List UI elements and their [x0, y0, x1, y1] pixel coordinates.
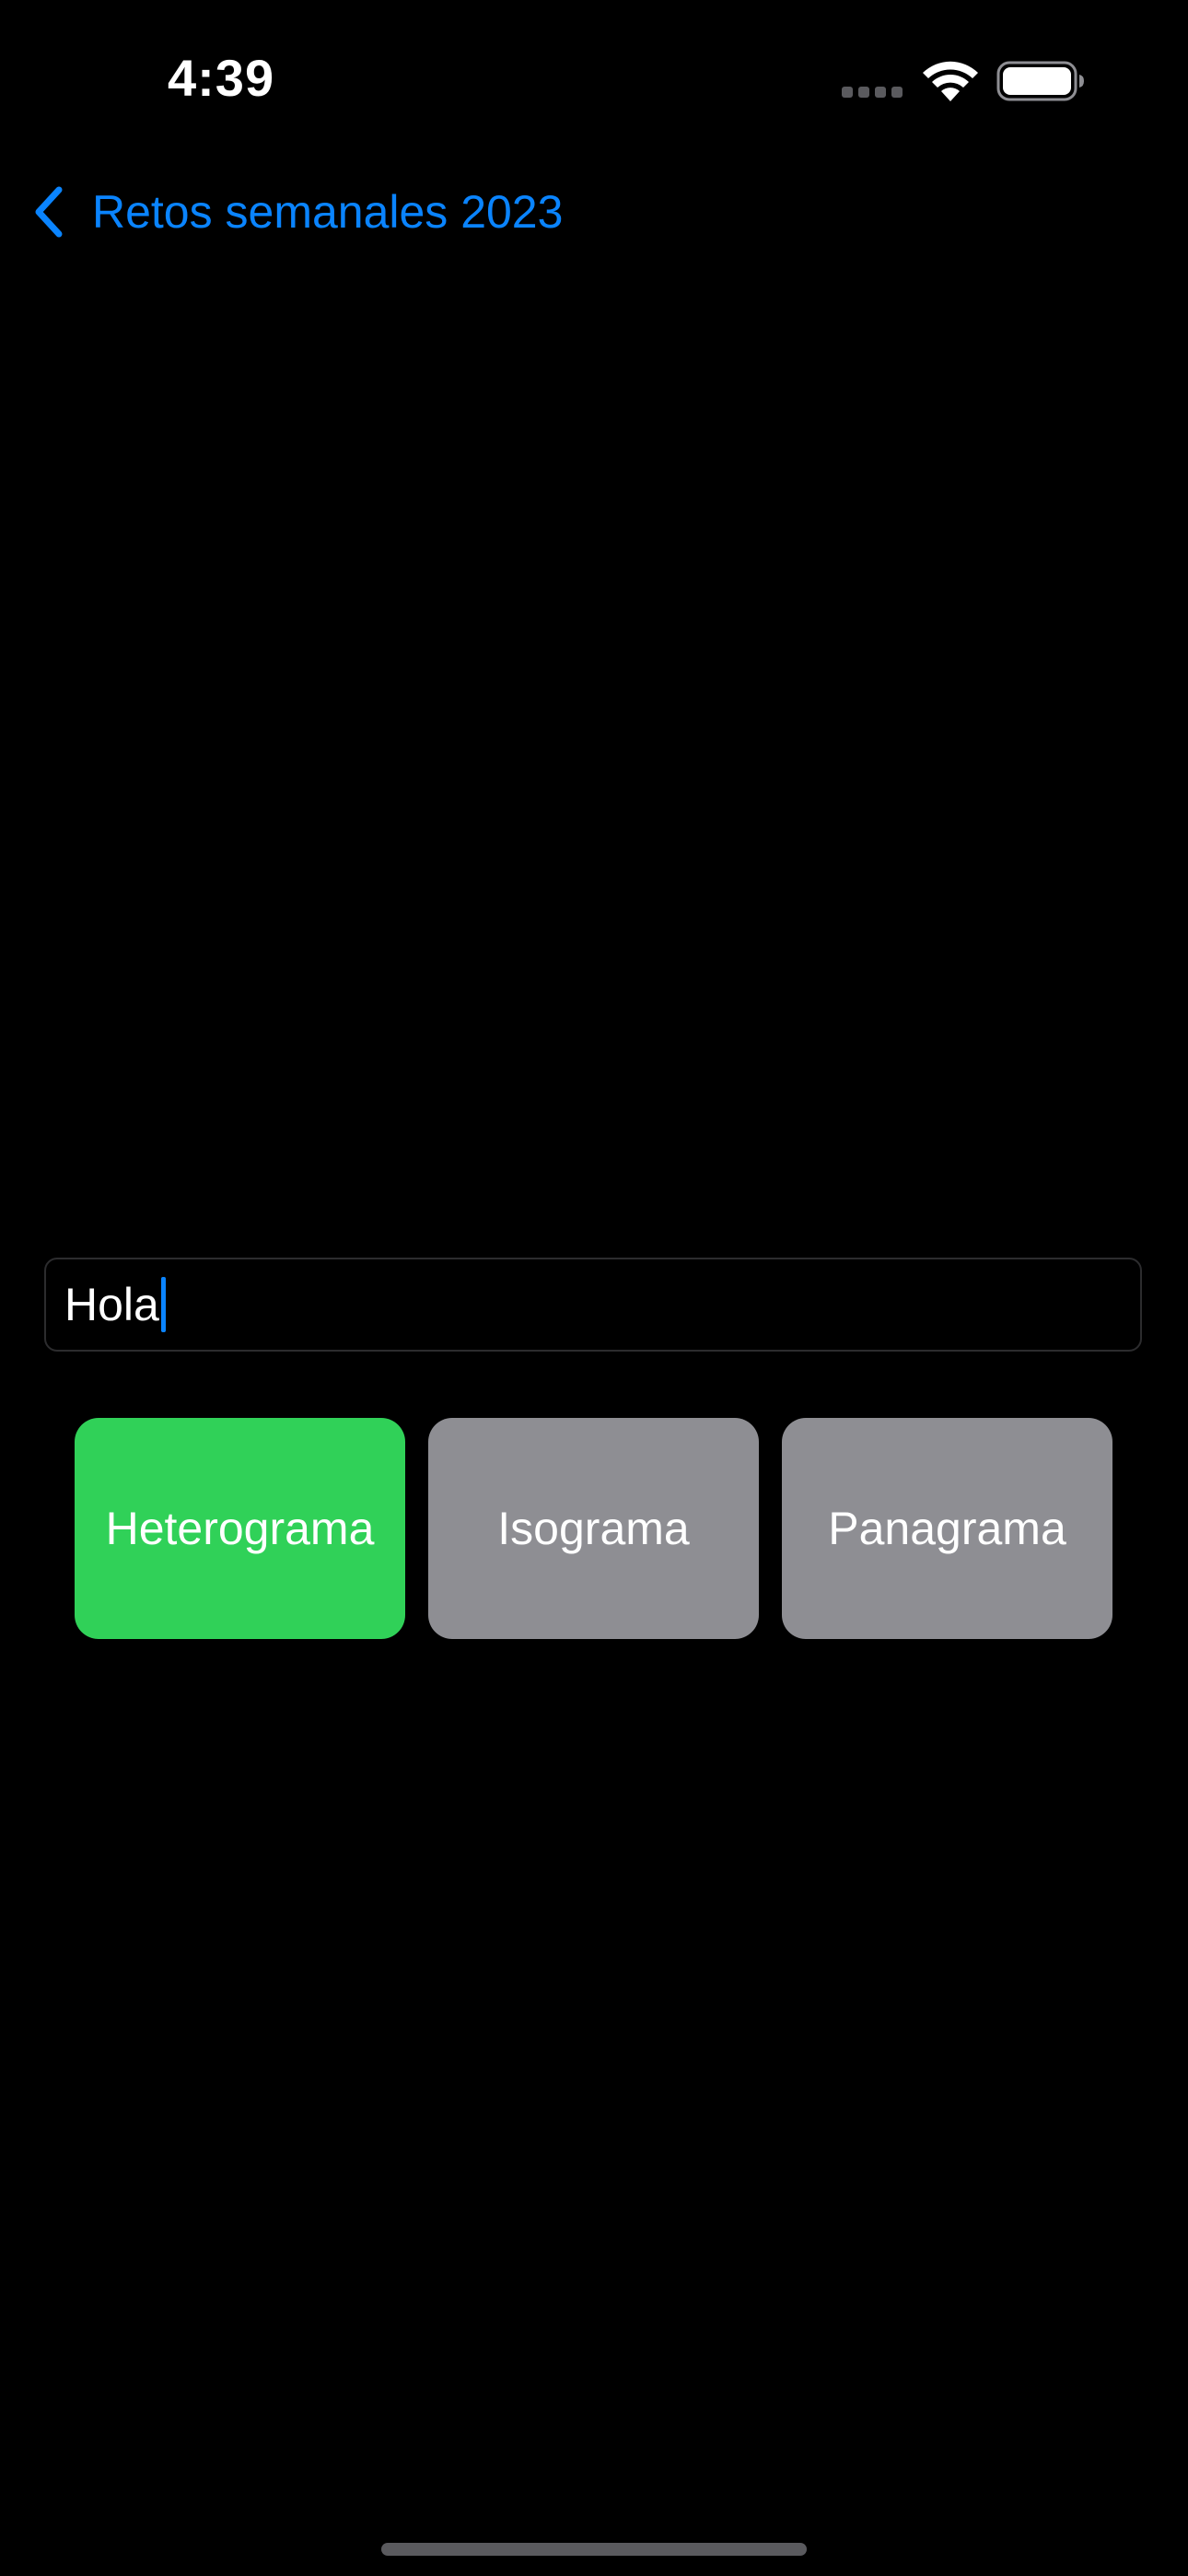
cellular-dots-icon [842, 87, 906, 98]
text-caret [160, 1277, 166, 1332]
panagrama-button[interactable]: Panagrama [782, 1418, 1112, 1639]
chevron-left-icon [35, 186, 63, 238]
word-type-buttons: Heterograma Isograma Panagrama [75, 1418, 1113, 1639]
back-button[interactable]: Retos semanales 2023 [31, 175, 563, 249]
status-bar: 4:39 [0, 0, 1188, 157]
word-input[interactable]: Hola [44, 1258, 1142, 1352]
heterograma-button[interactable]: Heterograma [75, 1418, 405, 1639]
status-time: 4:39 [168, 49, 275, 107]
wifi-icon [923, 61, 978, 101]
word-input-value: Hola [64, 1279, 159, 1330]
back-button-label: Retos semanales 2023 [92, 186, 564, 238]
home-indicator[interactable] [381, 2543, 807, 2556]
isograma-button[interactable]: Isograma [428, 1418, 759, 1639]
battery-icon [996, 61, 1084, 101]
